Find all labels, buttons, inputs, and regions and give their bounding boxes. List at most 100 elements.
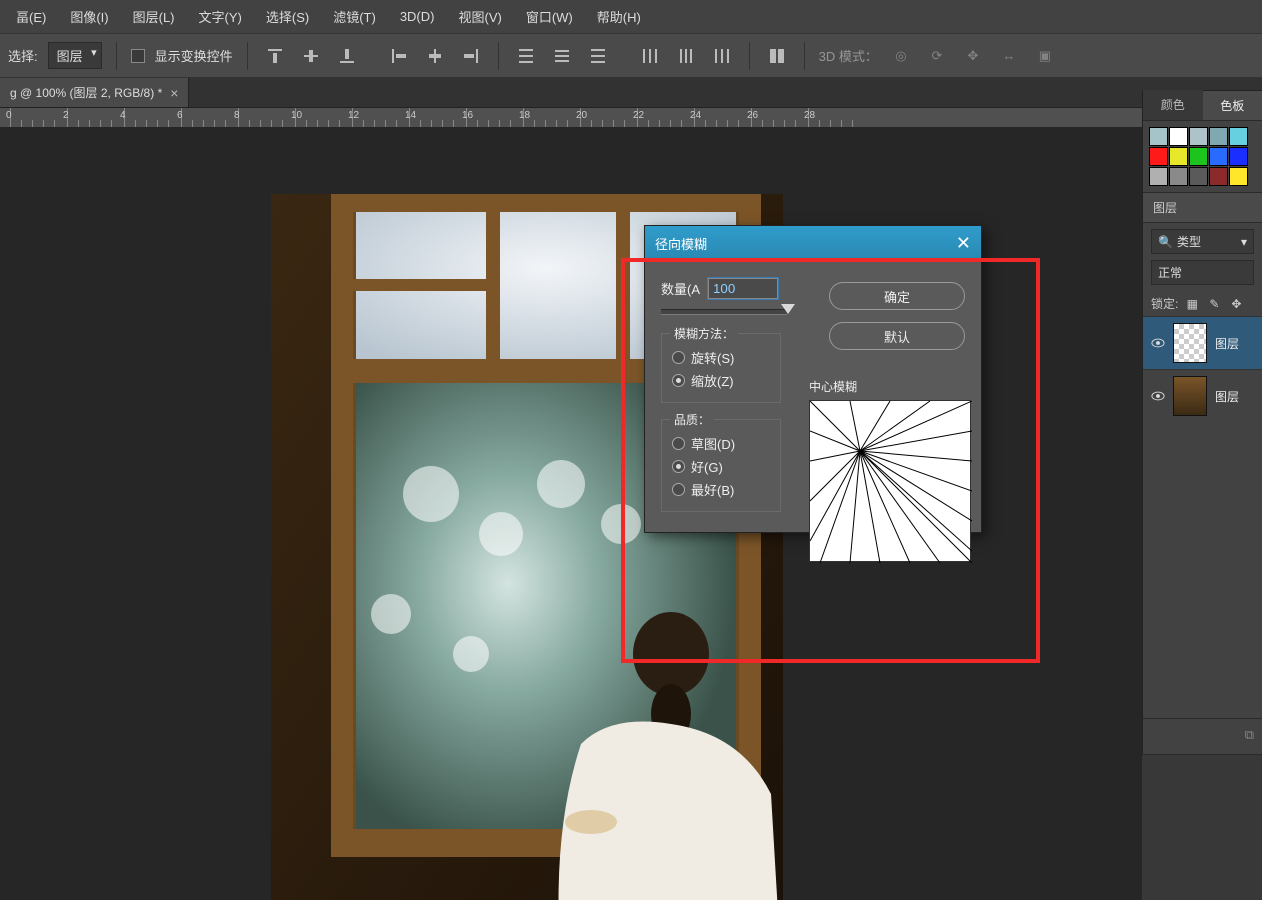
align-bottom-icon[interactable] bbox=[334, 43, 360, 69]
menu-edit[interactable]: 畐(E) bbox=[4, 1, 58, 32]
select-label: 选择: bbox=[8, 46, 38, 65]
3d-roll-icon: ⟳ bbox=[924, 43, 950, 69]
amount-slider[interactable] bbox=[661, 309, 787, 315]
radio-icon bbox=[672, 351, 685, 364]
blur-method-group: 模糊方法： 旋转(S) 缩放(Z) bbox=[661, 333, 781, 403]
radio-icon bbox=[672, 460, 685, 473]
center-blur-label: 中心模糊 bbox=[809, 378, 857, 395]
swatch[interactable] bbox=[1189, 127, 1208, 146]
tab-layers[interactable]: 图层 bbox=[1143, 192, 1262, 223]
layer-name: 图层 bbox=[1215, 388, 1239, 405]
quality-group: 品质： 草图(D) 好(G) 最好(B) bbox=[661, 419, 781, 512]
layer-thumbnail bbox=[1173, 323, 1207, 363]
method-legend: 模糊方法： bbox=[670, 325, 738, 342]
blend-mode-dropdown[interactable]: 正常 bbox=[1151, 260, 1254, 285]
ok-button[interactable]: 确定 bbox=[829, 282, 965, 310]
slider-thumb[interactable] bbox=[781, 304, 795, 314]
swatch[interactable] bbox=[1169, 167, 1188, 186]
visibility-icon[interactable] bbox=[1151, 389, 1165, 403]
document-tab-title: g @ 100% (图层 2, RGB/8) * bbox=[10, 84, 162, 101]
distribute-left-icon[interactable] bbox=[637, 43, 663, 69]
swatch[interactable] bbox=[1209, 127, 1228, 146]
amount-input[interactable] bbox=[708, 278, 778, 299]
menu-text[interactable]: 文字(Y) bbox=[187, 1, 254, 32]
dialog-title: 径向模糊 bbox=[655, 234, 707, 253]
distribute-right-icon[interactable] bbox=[709, 43, 735, 69]
tab-color[interactable]: 颜色 bbox=[1143, 90, 1203, 120]
swatch[interactable] bbox=[1149, 127, 1168, 146]
amount-label: 数量(A bbox=[661, 279, 700, 298]
align-vcenter-icon[interactable] bbox=[298, 43, 324, 69]
show-transform-checkbox[interactable] bbox=[131, 49, 145, 63]
swatch[interactable] bbox=[1229, 127, 1248, 146]
document-tab[interactable]: g @ 100% (图层 2, RGB/8) * × bbox=[0, 78, 189, 107]
ruler-horizontal: 0246810121416182022242628 bbox=[0, 108, 1262, 128]
method-spin-radio[interactable]: 旋转(S) bbox=[672, 348, 770, 367]
tab-swatch[interactable]: 色板 bbox=[1203, 90, 1262, 120]
quality-best-radio[interactable]: 最好(B) bbox=[672, 480, 770, 499]
distribute-bottom-icon[interactable] bbox=[585, 43, 611, 69]
radio-icon bbox=[672, 483, 685, 496]
menu-bar: 畐(E) 图像(I) 图层(L) 文字(Y) 选择(S) 滤镜(T) 3D(D)… bbox=[0, 0, 1262, 34]
menu-window[interactable]: 窗口(W) bbox=[514, 1, 585, 32]
swatch[interactable] bbox=[1149, 147, 1168, 166]
swatch[interactable] bbox=[1229, 167, 1248, 186]
distribute-top-icon[interactable] bbox=[513, 43, 539, 69]
lock-move-icon[interactable]: ✥ bbox=[1228, 296, 1244, 312]
swatch[interactable] bbox=[1189, 167, 1208, 186]
swatches-grid bbox=[1143, 121, 1262, 192]
align-left-icon[interactable] bbox=[386, 43, 412, 69]
blur-center-preview[interactable] bbox=[809, 400, 971, 562]
swatch[interactable] bbox=[1209, 167, 1228, 186]
align-right-icon[interactable] bbox=[458, 43, 484, 69]
right-panel-dock: 颜色 色板 图层 🔍 类型 ▾ 正常 锁定: ▦ ✎ ✥ 图层 图层 ⧉ bbox=[1142, 90, 1262, 900]
link-icon[interactable]: ⧉ bbox=[1245, 727, 1254, 743]
quality-draft-radio[interactable]: 草图(D) bbox=[672, 434, 770, 453]
menu-image[interactable]: 图像(I) bbox=[58, 1, 120, 32]
chevron-down-icon: ▾ bbox=[1241, 235, 1247, 249]
layer-select-dropdown[interactable]: 图层 bbox=[48, 42, 102, 69]
lock-transparency-icon[interactable]: ▦ bbox=[1184, 296, 1200, 312]
menu-select[interactable]: 选择(S) bbox=[254, 1, 321, 32]
quality-legend: 品质： bbox=[670, 411, 714, 428]
menu-3d[interactable]: 3D(D) bbox=[388, 3, 447, 30]
navigator-panel[interactable] bbox=[1142, 754, 1262, 900]
menu-view[interactable]: 视图(V) bbox=[446, 1, 513, 32]
menu-layer[interactable]: 图层(L) bbox=[121, 1, 187, 32]
auto-align-icon[interactable] bbox=[764, 43, 790, 69]
quality-good-radio[interactable]: 好(G) bbox=[672, 457, 770, 476]
radial-blur-dialog: 径向模糊 ✕ 数量(A 确定 默认 模糊方法： 旋转(S) 缩放(Z) 品质： bbox=[644, 225, 982, 533]
menu-filter[interactable]: 滤镜(T) bbox=[321, 1, 388, 32]
distribute-vcenter-icon[interactable] bbox=[549, 43, 575, 69]
distribute-hcenter-icon[interactable] bbox=[673, 43, 699, 69]
default-button[interactable]: 默认 bbox=[829, 322, 965, 350]
align-hcenter-icon[interactable] bbox=[422, 43, 448, 69]
options-bar: 选择: 图层 显示变换控件 3D 模式： ◎ ⟳ ✥ ↔ ▣ bbox=[0, 34, 1262, 78]
radio-icon bbox=[672, 374, 685, 387]
align-top-icon[interactable] bbox=[262, 43, 288, 69]
close-icon[interactable]: ✕ bbox=[956, 233, 971, 254]
3d-orbit-icon: ◎ bbox=[888, 43, 914, 69]
close-icon[interactable]: × bbox=[170, 85, 178, 101]
document-tab-bar: g @ 100% (图层 2, RGB/8) * × bbox=[0, 78, 1262, 108]
swatch[interactable] bbox=[1169, 127, 1188, 146]
swatch[interactable] bbox=[1209, 147, 1228, 166]
dialog-titlebar[interactable]: 径向模糊 ✕ bbox=[645, 226, 981, 260]
panel-footer: ⧉ bbox=[1142, 718, 1262, 750]
layer-filter-dropdown[interactable]: 🔍 类型 ▾ bbox=[1151, 229, 1254, 254]
layer-item[interactable]: 图层 bbox=[1143, 316, 1262, 369]
visibility-icon[interactable] bbox=[1151, 336, 1165, 350]
swatch[interactable] bbox=[1149, 167, 1168, 186]
layer-thumbnail bbox=[1173, 376, 1207, 416]
3d-mode-label: 3D 模式： bbox=[819, 46, 878, 65]
menu-help[interactable]: 帮助(H) bbox=[585, 1, 653, 32]
layer-name: 图层 bbox=[1215, 335, 1239, 352]
lock-brush-icon[interactable]: ✎ bbox=[1206, 296, 1222, 312]
swatch[interactable] bbox=[1229, 147, 1248, 166]
swatch[interactable] bbox=[1169, 147, 1188, 166]
method-zoom-radio[interactable]: 缩放(Z) bbox=[672, 371, 770, 390]
layer-item[interactable]: 图层 bbox=[1143, 369, 1262, 422]
swatch[interactable] bbox=[1189, 147, 1208, 166]
3d-pan-icon: ✥ bbox=[960, 43, 986, 69]
show-transform-label: 显示变换控件 bbox=[155, 46, 233, 65]
